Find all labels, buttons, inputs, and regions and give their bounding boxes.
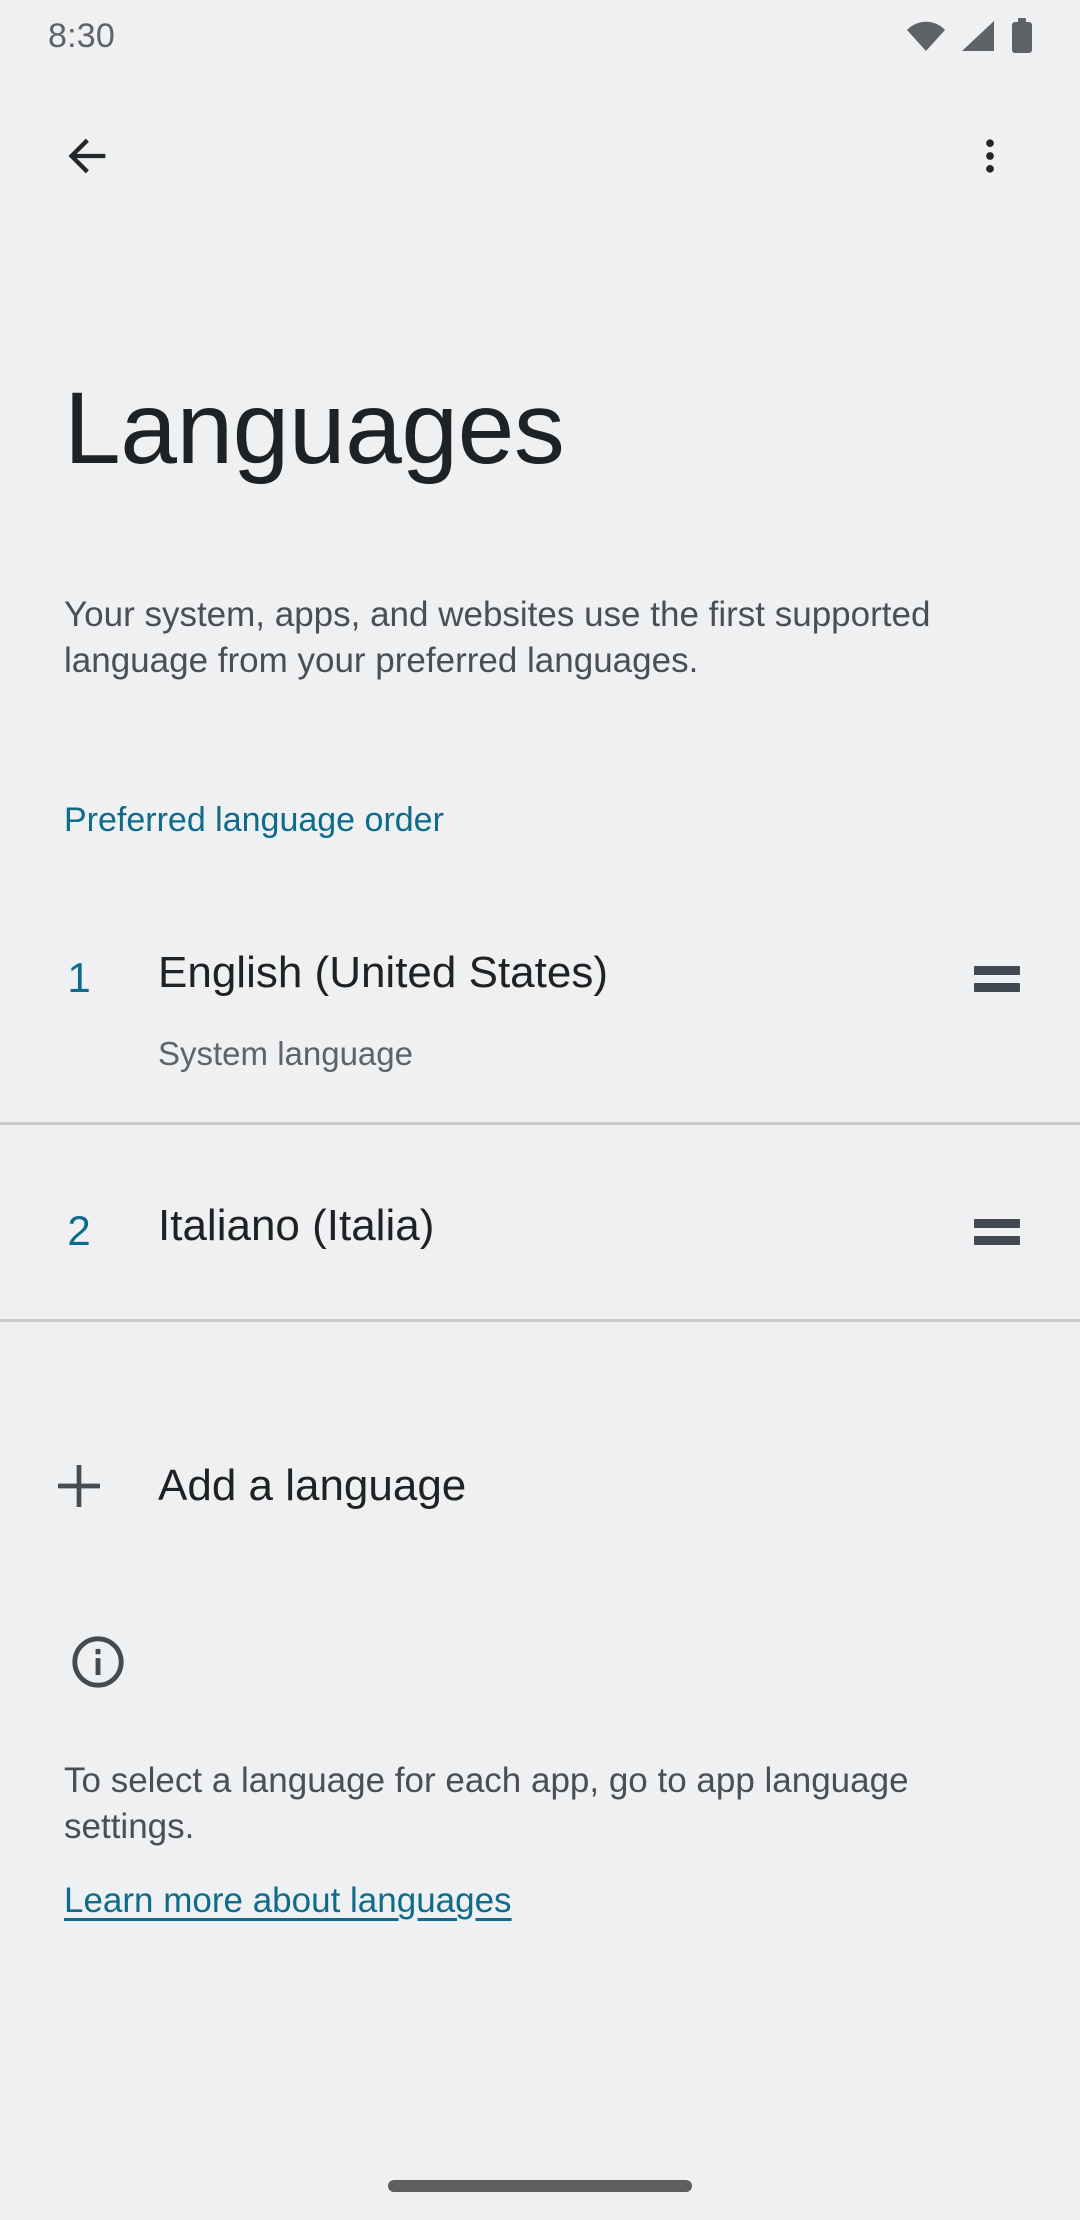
overflow-menu-button[interactable]: [942, 108, 1038, 204]
overflow-menu-icon: [968, 134, 1012, 178]
preferred-language-list: 1 English (United States) System languag…: [0, 872, 1080, 1322]
languages-settings-screen: 8:30: [0, 0, 1080, 2220]
page-description: Your system, apps, and websites use the …: [64, 592, 1026, 684]
battery-icon: [1010, 18, 1034, 54]
drag-handle-bar: [974, 966, 1020, 975]
language-subtitle: System language: [158, 1034, 974, 1074]
cellular-signal-icon: [960, 19, 996, 53]
page-title: Languages: [64, 372, 564, 484]
action-bar: [0, 96, 1080, 216]
status-bar-icons: [906, 18, 1034, 54]
back-button[interactable]: [40, 108, 136, 204]
learn-more-link[interactable]: Learn more about languages: [64, 1878, 512, 1924]
drag-handle-bar: [974, 1236, 1020, 1245]
info-circle-icon: [64, 1628, 132, 1696]
status-bar: 8:30: [0, 0, 1080, 72]
language-row-texts: English (United States) System language: [158, 920, 974, 1074]
add-language-label: Add a language: [158, 1458, 466, 1514]
section-header-preferred-language-order: Preferred language order: [64, 800, 444, 840]
plus-icon: [0, 1458, 158, 1514]
drag-handle-icon[interactable]: [974, 920, 1026, 992]
wifi-icon: [906, 19, 946, 53]
language-row-texts: Italiano (Italia): [158, 1173, 974, 1259]
language-name: English (United States): [158, 940, 974, 1006]
add-language-button[interactable]: Add a language: [0, 1406, 1080, 1566]
language-order-number: 1: [0, 920, 158, 1006]
footer-description: To select a language for each app, go to…: [64, 1758, 1014, 1850]
language-order-number: 2: [0, 1173, 158, 1259]
status-bar-clock: 8:30: [48, 17, 115, 56]
gesture-nav-pill[interactable]: [388, 2180, 692, 2192]
language-name: Italiano (Italia): [158, 1193, 974, 1259]
drag-handle-bar: [974, 983, 1020, 992]
drag-handle-icon[interactable]: [974, 1173, 1026, 1245]
back-arrow-icon: [62, 130, 114, 182]
language-row-2[interactable]: 2 Italiano (Italia): [0, 1122, 1080, 1322]
language-row-1[interactable]: 1 English (United States) System languag…: [0, 872, 1080, 1122]
drag-handle-bar: [974, 1219, 1020, 1228]
